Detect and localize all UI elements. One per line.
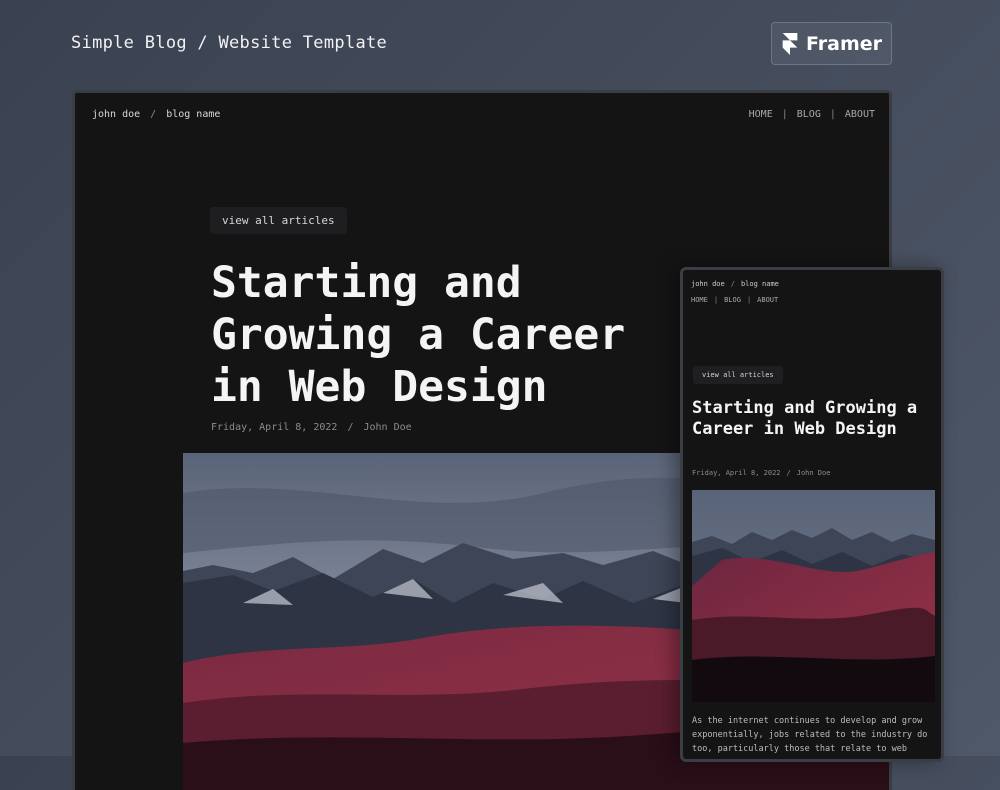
nav-home[interactable]: HOME (691, 296, 708, 304)
nav-separator: | (746, 296, 752, 304)
nav-about[interactable]: ABOUT (757, 296, 778, 304)
framer-badge[interactable]: Framer (771, 22, 892, 65)
framer-logo-icon (782, 32, 798, 55)
hero-image (692, 490, 935, 702)
breadcrumb-separator: / (730, 280, 735, 288)
article-author: John Doe (363, 422, 412, 433)
breadcrumb: john doe / blog name (691, 280, 779, 288)
breadcrumb-separator: / (150, 109, 157, 120)
article-author: John Doe (796, 469, 831, 477)
author-link[interactable]: john doe (691, 280, 725, 288)
nav-home[interactable]: HOME (749, 109, 773, 120)
nav-blog[interactable]: BLOG (724, 296, 741, 304)
blog-name-link[interactable]: blog name (741, 280, 779, 288)
meta-separator: / (347, 422, 354, 433)
article-date: Friday, April 8, 2022 (692, 469, 781, 477)
article-headline: Starting and Growing a Career in Web Des… (692, 398, 918, 439)
article-meta: Friday, April 8, 2022 / John Doe (692, 469, 830, 477)
article-date: Friday, April 8, 2022 (211, 422, 338, 433)
view-all-articles-button[interactable]: view all articles (210, 207, 347, 234)
nav-separator: | (829, 109, 836, 120)
framer-badge-label: Framer (806, 32, 883, 55)
article-meta: Friday, April 8, 2022 / John Doe (211, 422, 412, 433)
breadcrumb: john doe / blog name (92, 109, 220, 120)
nav-about[interactable]: ABOUT (845, 109, 875, 120)
main-nav: HOME | BLOG | ABOUT (691, 296, 778, 304)
nav-blog[interactable]: BLOG (797, 109, 821, 120)
article-body: As the internet continues to develop and… (692, 716, 928, 754)
mobile-preview: john doe / blog name HOME | BLOG | ABOUT view … (680, 267, 944, 762)
nav-separator: | (781, 109, 788, 120)
nav-separator: | (713, 296, 719, 304)
article-headline: Starting and Growing a Career in Web Des… (211, 258, 626, 412)
page-title: Simple Blog / Website Template (71, 33, 388, 53)
main-nav: HOME | BLOG | ABOUT (749, 109, 875, 120)
blog-name-link[interactable]: blog name (166, 109, 220, 120)
view-all-articles-button[interactable]: view all articles (693, 366, 783, 384)
author-link[interactable]: john doe (92, 109, 140, 120)
meta-separator: / (786, 469, 791, 477)
